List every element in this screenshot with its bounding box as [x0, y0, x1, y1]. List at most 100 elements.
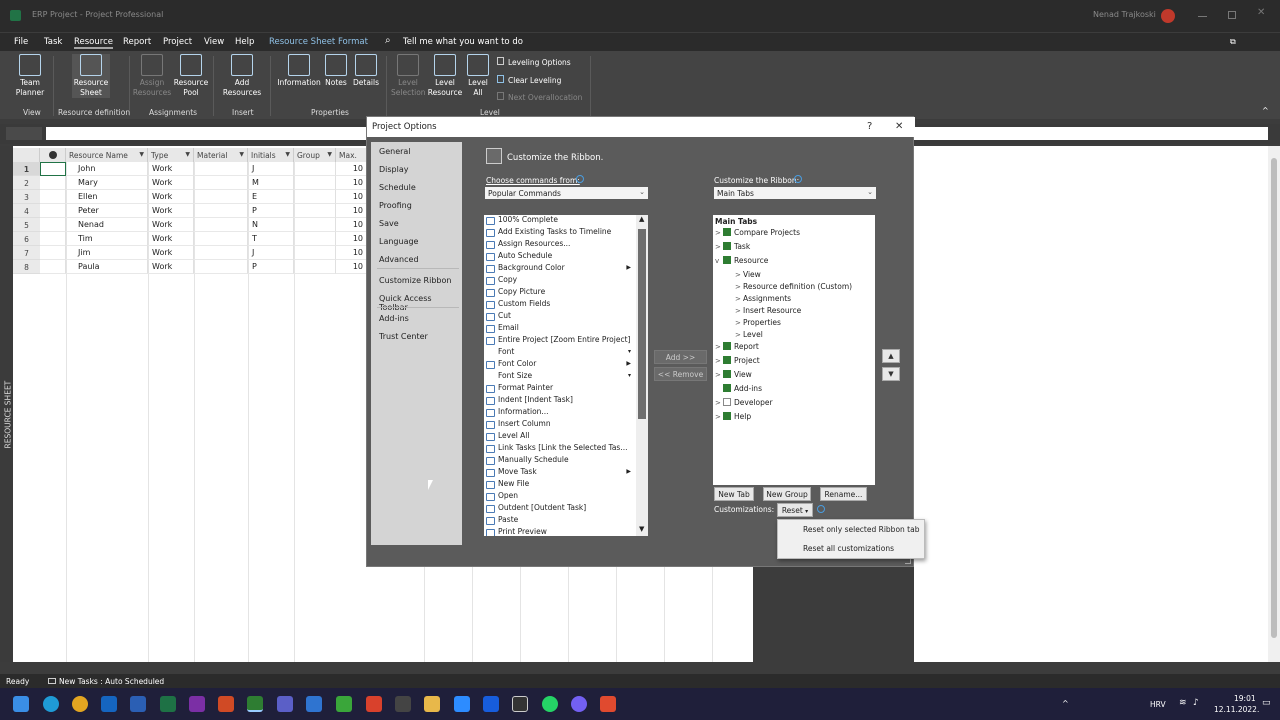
nav-proofing[interactable]: Proofing [379, 201, 412, 210]
camtasia-icon[interactable] [336, 696, 352, 712]
initials-cell[interactable]: T [248, 232, 294, 246]
nav-schedule[interactable]: Schedule [379, 183, 416, 192]
list-item[interactable]: Information... [484, 407, 634, 419]
material-cell[interactable] [194, 260, 248, 274]
remove-button[interactable]: << Remove [654, 367, 707, 381]
list-item[interactable]: Add Existing Tasks to Timeline [484, 227, 634, 239]
group-cell[interactable] [294, 246, 336, 260]
close-window-icon[interactable]: ✕ [1257, 7, 1265, 18]
tree-item-help[interactable]: > Help [715, 412, 751, 421]
list-item[interactable]: Background Color ▶ [484, 263, 634, 275]
user-avatar[interactable] [1161, 9, 1175, 23]
type-cell[interactable]: Work [148, 176, 194, 190]
max-cell[interactable]: 10 [336, 190, 368, 204]
edge-icon[interactable] [43, 696, 59, 712]
indicator-cell[interactable] [40, 246, 66, 260]
chevron-right-icon[interactable]: > [715, 243, 723, 251]
nav-advanced[interactable]: Advanced [379, 255, 419, 264]
chevron-right-icon[interactable]: > [715, 343, 723, 351]
checkbox-checked-icon[interactable] [723, 256, 731, 264]
checkbox-checked-icon[interactable] [723, 370, 731, 378]
information-button[interactable]: Information [276, 54, 322, 88]
list-item[interactable]: Font Color ▶ [484, 359, 634, 371]
tree-item-resource[interactable]: v Resource [715, 256, 768, 265]
details-button[interactable]: Details [352, 54, 380, 88]
type-cell[interactable]: Work [148, 190, 194, 204]
chrome-icon[interactable] [72, 696, 88, 712]
checkbox-unchecked-icon[interactable] [723, 398, 731, 406]
choose-commands-select[interactable]: Popular Commands ⌄ [485, 187, 648, 199]
table-row[interactable]: 7 Jim Work J 10 [0, 246, 370, 260]
indicators-header[interactable] [40, 148, 66, 162]
nav-language[interactable]: Language [379, 237, 418, 246]
row-number[interactable]: 7 [13, 246, 40, 260]
type-cell[interactable]: Work [148, 204, 194, 218]
initials-cell[interactable]: N [248, 218, 294, 232]
table-row[interactable]: 2 Mary Work M 10 [0, 176, 370, 190]
viber-icon[interactable] [571, 696, 587, 712]
chevron-right-icon[interactable]: > [735, 331, 743, 339]
notes-button[interactable]: Notes [324, 54, 348, 88]
folder-icon[interactable] [424, 696, 440, 712]
search-icon[interactable]: ⌕ [385, 35, 391, 46]
table-row[interactable]: 4 Peter Work P 10 [0, 204, 370, 218]
initials-cell[interactable]: J [248, 246, 294, 260]
ribbon-display-icon[interactable]: ⧉ [1230, 37, 1236, 47]
indicator-cell[interactable] [40, 162, 66, 176]
teams-icon[interactable] [277, 696, 293, 712]
initials-cell[interactable]: P [248, 260, 294, 274]
vpn-icon[interactable] [395, 696, 411, 712]
nav-quick-access-toolbar[interactable]: Quick Access Toolbar [379, 294, 462, 312]
list-item[interactable]: Copy [484, 275, 634, 287]
leveling-options-button[interactable]: Leveling Options [497, 57, 571, 67]
select-all-corner[interactable] [13, 148, 40, 162]
indicator-cell[interactable] [40, 218, 66, 232]
chevron-down-icon[interactable]: v [715, 257, 723, 265]
scrollbar-thumb[interactable] [1271, 158, 1277, 638]
chevron-right-icon[interactable]: > [735, 319, 743, 327]
excel-icon[interactable] [160, 696, 176, 712]
input-language[interactable]: HRV [1150, 700, 1166, 709]
filter-arrow-icon[interactable]: ▼ [239, 151, 244, 158]
checkbox-checked-icon[interactable] [723, 242, 731, 250]
tree-item-group-properties[interactable]: > Properties [735, 318, 781, 327]
group-cell[interactable] [294, 232, 336, 246]
material-cell[interactable] [194, 204, 248, 218]
zoom-icon[interactable] [454, 696, 470, 712]
move-up-button[interactable]: ▲ [882, 349, 900, 363]
app-c-icon[interactable] [600, 696, 616, 712]
tree-item-compare-projects[interactable]: > Compare Projects [715, 228, 800, 237]
menu-help[interactable]: Help [235, 37, 254, 47]
tree-item-view[interactable]: > View [715, 370, 752, 379]
col-header-initials[interactable]: Initials ▼ [248, 148, 294, 162]
group-cell[interactable] [294, 190, 336, 204]
row-number[interactable]: 3 [13, 190, 40, 204]
resource-sheet-button[interactable]: Resource Sheet [72, 54, 110, 98]
resource-name-cell[interactable]: Ellen [66, 190, 148, 204]
material-cell[interactable] [194, 190, 248, 204]
row-number[interactable]: 8 [13, 260, 40, 274]
row-number[interactable]: 4 [13, 204, 40, 218]
resource-name-cell[interactable]: Tim [66, 232, 148, 246]
group-cell[interactable] [294, 162, 336, 176]
close-icon[interactable]: ✕ [895, 121, 903, 132]
list-item[interactable]: Custom Fields [484, 299, 634, 311]
chevron-right-icon[interactable]: > [715, 357, 723, 365]
chevron-right-icon[interactable]: > [735, 307, 743, 315]
filter-arrow-icon[interactable]: ▼ [139, 151, 144, 158]
col-header-max[interactable]: Max. [336, 148, 368, 162]
list-item[interactable]: Print Preview [484, 527, 634, 536]
chevron-right-icon[interactable]: > [715, 229, 723, 237]
team-planner-button[interactable]: Team Planner [10, 54, 50, 98]
menu-report[interactable]: Report [123, 37, 151, 47]
row-number[interactable]: 5 [13, 218, 40, 232]
checkbox-checked-icon[interactable] [723, 412, 731, 420]
collapse-ribbon-icon[interactable]: ^ [1262, 106, 1269, 115]
list-item[interactable]: 100% Complete [484, 215, 634, 227]
indicator-cell[interactable] [40, 204, 66, 218]
menu-resource-sheet-format[interactable]: Resource Sheet Format [269, 37, 368, 47]
tree-item-developer[interactable]: > Developer [715, 398, 773, 407]
onenote-icon[interactable] [189, 696, 205, 712]
initials-cell[interactable]: P [248, 204, 294, 218]
max-cell[interactable]: 10 [336, 246, 368, 260]
